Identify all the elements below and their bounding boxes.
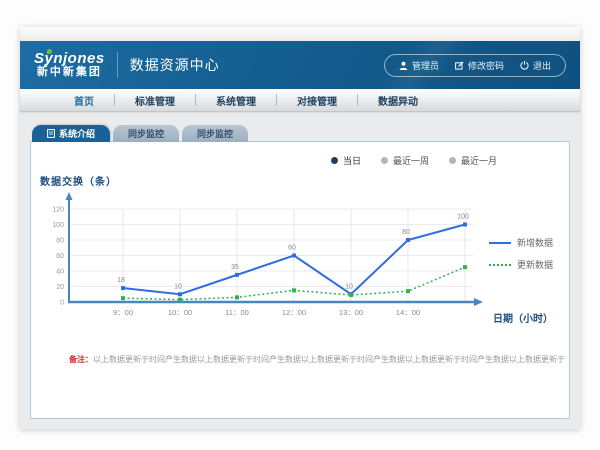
footnote-text: 以上数据更新于时间产生数据以上数据更新于时间产生数据以上数据更新于时间产生数据以…: [93, 355, 565, 364]
svg-text:100: 100: [457, 214, 469, 221]
user-icon: [399, 61, 408, 70]
company-logo: Synjones 新中新集团: [34, 51, 105, 78]
svg-text:10: 10: [174, 283, 182, 290]
svg-text:20: 20: [56, 284, 64, 291]
radio-label: 最近一月: [461, 154, 497, 167]
radio-dot-icon: [381, 157, 388, 164]
legend-dotted-line-swatch: [489, 264, 511, 266]
svg-text:100: 100: [52, 222, 64, 229]
svg-text:0: 0: [60, 300, 64, 307]
svg-text:13：00: 13：00: [339, 308, 363, 317]
svg-text:80: 80: [402, 229, 410, 236]
svg-text:9：00: 9：00: [113, 308, 133, 317]
user-label: 管理员: [412, 59, 439, 72]
top-strip: [20, 27, 580, 41]
nav-item-system-mgmt[interactable]: 系统管理: [196, 93, 276, 108]
svg-text:60: 60: [56, 253, 64, 260]
legend-label: 新增数据: [517, 236, 553, 249]
tab-label: 同步监控: [197, 127, 233, 140]
app-title: 数据资源中心: [130, 55, 220, 75]
main-nav: 首页 标准管理 系统管理 对接管理 数据异动: [20, 89, 580, 112]
svg-text:35: 35: [231, 264, 239, 271]
logout-label: 退出: [533, 59, 551, 72]
radio-label: 当日: [343, 154, 361, 167]
logout-button[interactable]: 退出: [520, 59, 551, 72]
range-filter-group: 当日 最近一周 最近一月: [331, 154, 497, 167]
nav-item-integration-mgmt[interactable]: 对接管理: [277, 93, 357, 108]
svg-text:80: 80: [56, 238, 64, 245]
nav-item-standard-mgmt[interactable]: 标准管理: [115, 93, 195, 108]
footnote-prefix: 备注：: [69, 355, 93, 364]
content-area: 系统介绍 同步监控 同步监控 当日 最近一周: [20, 112, 580, 429]
radio-label: 最近一周: [393, 154, 429, 167]
legend-item-new-data: 新增数据: [489, 236, 553, 249]
chart-panel: 当日 最近一周 最近一月 数据交换（条） 0 20 40 60 80 100 120 9：00…: [30, 141, 570, 419]
tab-sync-monitor-1[interactable]: 同步监控: [113, 125, 179, 142]
radio-dot-icon: [331, 157, 338, 164]
x-axis-title: 日期（小时）: [493, 310, 553, 325]
radio-dot-icon: [449, 157, 456, 164]
logo-text-cn: 新中新集团: [37, 67, 102, 79]
nav-item-data-change[interactable]: 数据异动: [358, 93, 438, 108]
svg-text:14：00: 14：00: [396, 308, 420, 317]
svg-text:40: 40: [56, 269, 64, 276]
svg-text:18: 18: [117, 277, 125, 284]
line-chart-svg: 0 20 40 60 80 100 120 9：00 10：00 11：00 12：00 13：00 1…: [35, 192, 505, 342]
current-user-button[interactable]: 管理员: [399, 59, 439, 72]
radio-last-week[interactable]: 最近一周: [381, 154, 429, 167]
svg-text:11：00: 11：00: [225, 308, 249, 317]
tab-bar: 系统介绍 同步监控 同步监控: [32, 125, 248, 142]
tab-label: 同步监控: [128, 127, 164, 140]
svg-text:10: 10: [345, 283, 353, 290]
logo-text-en: Synjones: [34, 51, 105, 67]
y-axis-title: 数据交换（条）: [40, 173, 117, 188]
line-chart: 0 20 40 60 80 100 120 9：00 10：00 11：00 12：00 13：00 1…: [35, 192, 505, 342]
nav-item-home[interactable]: 首页: [54, 93, 114, 108]
svg-text:120: 120: [52, 207, 64, 214]
chart-legend: 新增数据 更新数据: [489, 236, 553, 271]
header-divider: [117, 52, 118, 78]
app-window: Synjones 新中新集团 数据资源中心 管理员 修改密码 退出 首页 标准管…: [20, 27, 580, 429]
change-password-label: 修改密码: [468, 59, 504, 72]
tab-system-intro[interactable]: 系统介绍: [32, 125, 110, 142]
legend-solid-line-swatch: [489, 242, 511, 244]
tab-label: 系统介绍: [59, 127, 95, 140]
edit-icon: [455, 61, 464, 70]
legend-item-updated-data: 更新数据: [489, 258, 553, 271]
tab-sync-monitor-2[interactable]: 同步监控: [182, 125, 248, 142]
footnote: 备注：以上数据更新于时间产生数据以上数据更新于时间产生数据以上数据更新于时间产生…: [69, 354, 549, 365]
svg-text:12：00: 12：00: [282, 308, 306, 317]
radio-today[interactable]: 当日: [331, 154, 361, 167]
header: Synjones 新中新集团 数据资源中心 管理员 修改密码 退出: [20, 41, 580, 89]
change-password-button[interactable]: 修改密码: [455, 59, 504, 72]
svg-text:60: 60: [288, 245, 296, 252]
document-icon: [47, 129, 55, 138]
power-icon: [520, 61, 529, 70]
user-actions-pill: 管理员 修改密码 退出: [384, 54, 566, 77]
svg-text:10：00: 10：00: [168, 308, 192, 317]
legend-label: 更新数据: [517, 258, 553, 271]
radio-last-month[interactable]: 最近一月: [449, 154, 497, 167]
